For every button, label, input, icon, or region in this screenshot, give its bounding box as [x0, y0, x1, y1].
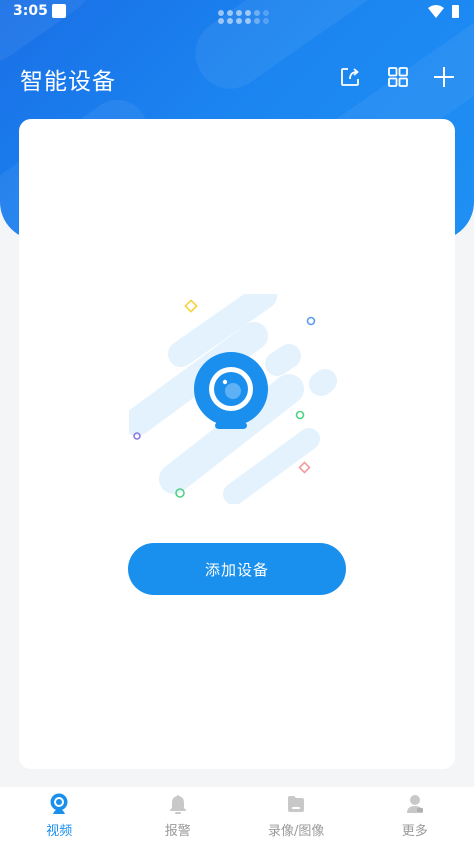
battery-icon — [452, 5, 459, 18]
tab-label: 报警 — [164, 824, 191, 839]
camera-cutout-icon — [218, 10, 270, 30]
camera-icon — [50, 793, 68, 814]
user-icon — [406, 795, 423, 813]
status-time: 3:05 — [13, 3, 48, 19]
tab-more[interactable]: 更多 — [356, 787, 474, 844]
wifi-icon — [428, 5, 444, 18]
bottom-tab-bar: 视频 报警 录像/图像 更多 — [0, 787, 474, 844]
add-button[interactable] — [431, 64, 457, 90]
tab-recordings[interactable]: 录像/图像 — [237, 787, 356, 844]
share-button[interactable] — [337, 64, 363, 90]
tab-label: 更多 — [401, 824, 428, 839]
bell-icon — [169, 795, 186, 814]
folder-icon — [288, 796, 305, 812]
notification-icon — [52, 4, 66, 18]
tab-video[interactable]: 视频 — [0, 787, 119, 844]
grid-view-button[interactable] — [385, 64, 411, 90]
share-icon — [341, 68, 359, 86]
page-title: 智能设备 — [20, 69, 116, 95]
tab-label: 视频 — [46, 824, 73, 839]
tab-label: 录像/图像 — [268, 824, 325, 839]
device-list-card: 添加设备 — [19, 119, 455, 769]
add-device-button[interactable]: 添加设备 — [128, 543, 346, 595]
empty-camera-illustration — [129, 294, 337, 504]
plus-icon — [434, 67, 454, 87]
status-bar: 3:05 — [0, 0, 474, 24]
grid-icon — [388, 67, 408, 87]
tab-alarm[interactable]: 报警 — [119, 787, 238, 844]
